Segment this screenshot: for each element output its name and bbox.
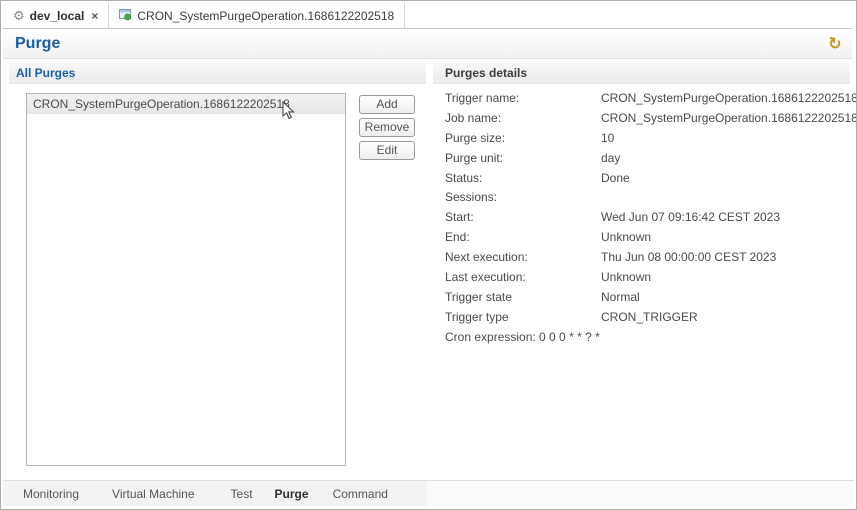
job-icon [119,8,132,24]
field-label: Start: [445,210,474,225]
purges-details-header: Purges details [433,63,850,84]
detail-row-cron-expression: Cron expression: 0 0 0 * * ? * [445,327,846,347]
detail-row-trigger-type: Trigger type CRON_TRIGGER [445,307,846,327]
field-label: Trigger name: [445,90,520,105]
field-label: Purge unit: [445,150,504,165]
tab-monitoring[interactable]: Monitoring [23,487,79,501]
detail-row-trigger-name: Trigger name: CRON_SystemPurgeOperation.… [445,88,856,108]
gear-icon: ⚙ [13,7,25,23]
editor-tabbar: ⚙ dev_local × CRON_SystemPurgeOperation.… [3,3,852,29]
field-label: Last execution: [445,269,526,284]
detail-row-next-execution: Next execution: Thu Jun 08 00:00:00 CEST… [445,247,846,267]
field-label: Job name: [445,110,502,125]
edit-button[interactable]: Edit [359,141,415,160]
field-value: CRON_SystemPurgeOperation.1686122202518 [601,110,857,125]
close-icon[interactable]: × [91,9,98,23]
field-label: Next execution: [445,250,528,265]
field-value: 10 [601,130,615,145]
field-value: CRON_SystemPurgeOperation.1686122202518 [601,90,857,105]
all-purges-header: All Purges [9,63,426,84]
field-value: Normal [601,289,640,304]
field-label: Trigger state [445,289,512,304]
tab-cron-systempurgeoperation[interactable]: CRON_SystemPurgeOperation.1686122202518 [109,3,406,28]
field-value: Unknown [601,230,652,245]
detail-row-end: End: Unknown [445,227,846,247]
detail-row-sessions: Sessions: [445,187,846,207]
tab-label: CRON_SystemPurgeOperation.1686122202518 [137,8,395,23]
field-value: Done [601,170,630,185]
detail-row-start: Start: Wed Jun 07 09:16:42 CEST 2023 [445,207,846,227]
tab-label: dev_local [29,8,85,23]
field-value: Unknown [601,269,652,284]
field-value: day [601,150,621,165]
tab-dev-local[interactable]: ⚙ dev_local × [3,3,110,28]
view-tabbar: Monitoring Virtual Machine Test Purge Co… [3,480,854,506]
detail-row-purge-size: Purge size: 10 [445,128,846,148]
tab-purge[interactable]: Purge [275,487,309,501]
field-label: Cron expression: 0 0 0 * * ? * [445,329,600,344]
purge-details-list: Trigger name: CRON_SystemPurgeOperation.… [445,88,856,347]
field-value: CRON_TRIGGER [601,309,698,324]
field-label: Sessions: [445,190,498,205]
detail-row-job-name: Job name: CRON_SystemPurgeOperation.1686… [445,108,856,128]
list-item[interactable]: CRON_SystemPurgeOperation.1686122202518 [27,94,345,114]
field-value: Wed Jun 07 09:16:42 CEST 2023 [601,210,781,225]
detail-row-status: Status: Done [445,168,846,188]
remove-button[interactable]: Remove [359,118,415,137]
tab-test[interactable]: Test [231,487,253,501]
detail-row-purge-unit: Purge unit: day [445,148,846,168]
field-label: Status: [445,170,483,185]
detail-row-trigger-state: Trigger state Normal [445,287,846,307]
application-window: ⚙ dev_local × CRON_SystemPurgeOperation.… [0,0,857,510]
field-label: End: [445,230,470,245]
detail-row-last-execution: Last execution: Unknown [445,267,846,287]
tab-command[interactable]: Command [333,487,388,501]
field-label: Trigger type [445,309,509,324]
purges-list: CRON_SystemPurgeOperation.1686122202518 [26,93,346,466]
field-value: Thu Jun 08 00:00:00 CEST 2023 [601,250,777,265]
page-title-bar: Purge ↻ [3,29,852,59]
tab-virtual-machine[interactable]: Virtual Machine [112,487,195,501]
refresh-icon[interactable]: ↻ [826,33,843,55]
add-button[interactable]: Add [359,95,415,114]
page-title: Purge [15,35,61,52]
field-label: Purge size: [445,130,506,145]
